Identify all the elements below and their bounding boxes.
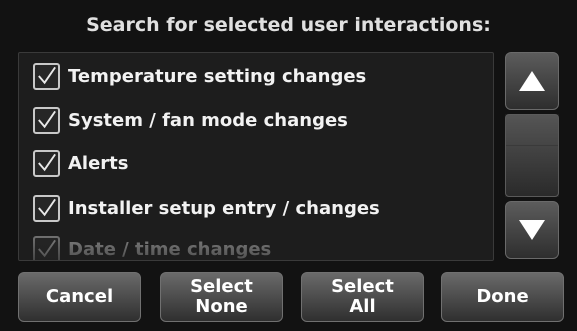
select-none-button[interactable]: Select None <box>160 272 283 322</box>
list-item-system-fan[interactable]: System / fan mode changes <box>33 104 348 136</box>
list-item-installer-setup[interactable]: Installer setup entry / changes <box>33 192 380 224</box>
list-item-label: Alerts <box>68 152 129 174</box>
triangle-down-icon <box>519 220 545 240</box>
checkbox[interactable] <box>33 62 60 90</box>
list-item-label: Installer setup entry / changes <box>68 197 380 219</box>
list-item-date-time[interactable]: Date / time changes <box>33 233 272 260</box>
scrollbar[interactable] <box>505 52 559 259</box>
list-item-label: Temperature setting changes <box>68 65 367 87</box>
list-item-label: Date / time changes <box>68 238 272 260</box>
checkbox[interactable] <box>33 235 60 260</box>
triangle-up-icon <box>519 71 545 91</box>
select-none-line1: Select <box>190 276 253 297</box>
scroll-down-button[interactable] <box>505 201 559 259</box>
checkmark-icon <box>38 110 56 129</box>
list-item-alerts[interactable]: Alerts <box>33 147 129 179</box>
scrollbar-track[interactable] <box>505 114 559 197</box>
cancel-button[interactable]: Cancel <box>18 272 141 322</box>
checkbox[interactable] <box>33 149 60 177</box>
done-button[interactable]: Done <box>441 272 564 322</box>
select-all-button[interactable]: Select All <box>301 272 424 322</box>
select-none-line2: None <box>195 296 248 317</box>
checkbox[interactable] <box>33 194 60 222</box>
select-all-line2: All <box>349 296 376 317</box>
checkmark-icon <box>38 66 56 85</box>
select-all-line1: Select <box>331 276 394 297</box>
scrollbar-thumb[interactable] <box>505 114 559 197</box>
list-item-temperature[interactable]: Temperature setting changes <box>33 60 366 92</box>
checkmark-icon <box>38 198 56 217</box>
checkmark-icon <box>38 239 56 258</box>
checkmark-icon <box>38 153 56 172</box>
page-title: Search for selected user interactions: <box>86 14 491 36</box>
interaction-list: Temperature setting changes System / fan… <box>18 52 494 261</box>
scroll-up-button[interactable] <box>505 52 559 110</box>
done-button-label: Done <box>476 286 529 307</box>
checkbox[interactable] <box>33 106 60 134</box>
cancel-button-label: Cancel <box>45 286 114 307</box>
list-item-label: System / fan mode changes <box>68 109 348 131</box>
